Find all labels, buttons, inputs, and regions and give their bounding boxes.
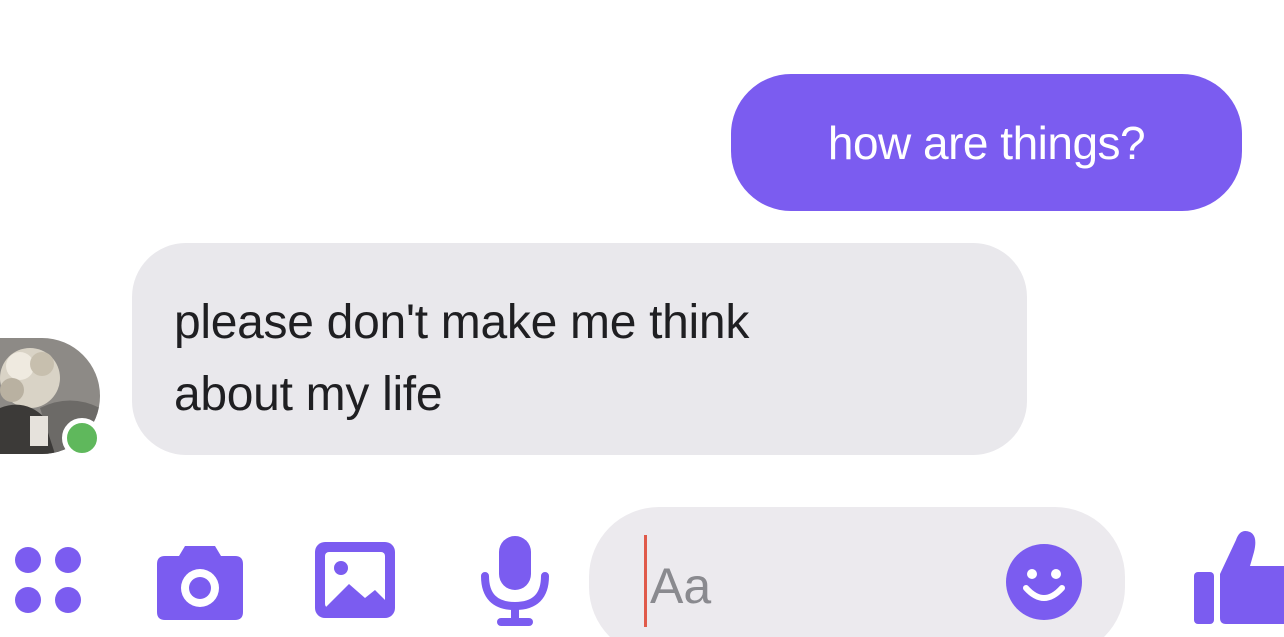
incoming-message-bubble[interactable]: please don't make me think about my life [132, 243, 1027, 455]
outgoing-message-text: how are things? [827, 116, 1146, 169]
text-cursor [644, 535, 647, 627]
online-status-indicator [62, 418, 102, 458]
thumbs-up-icon[interactable] [1192, 526, 1284, 626]
emoji-icon[interactable] [1004, 542, 1084, 622]
camera-icon[interactable] [155, 540, 245, 622]
contact-avatar[interactable] [0, 338, 102, 458]
chat-screen: how are things? please don't make me thi… [0, 0, 1284, 637]
incoming-message-line-2: about my life [174, 368, 443, 421]
more-apps-icon[interactable] [8, 540, 88, 620]
microphone-icon[interactable] [475, 532, 555, 628]
gallery-icon[interactable] [313, 540, 397, 620]
incoming-message-line-1: please don't make me think [174, 296, 750, 349]
outgoing-message-bubble[interactable]: how are things? [731, 74, 1242, 211]
message-input-placeholder: Aa [650, 558, 712, 614]
